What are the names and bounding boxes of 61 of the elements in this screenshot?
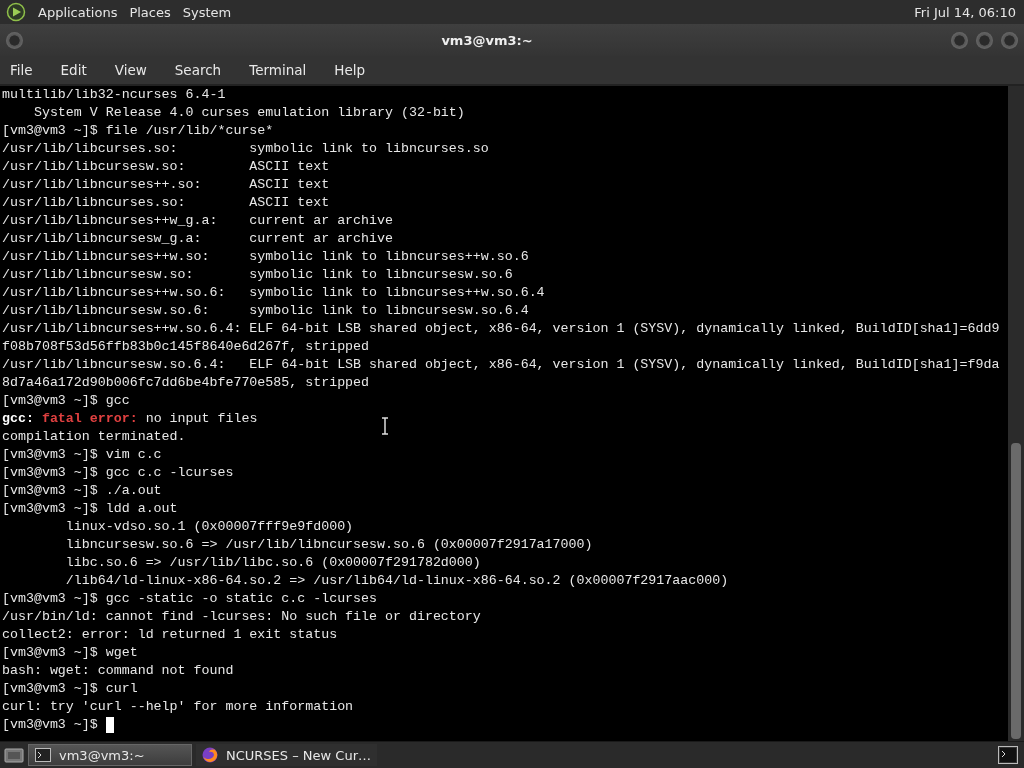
terminal-line: [vm3@vm3 ~]$ ./a.out [2,482,162,500]
terminal-line: /usr/lib/libncurses++w.so.6.4: ELF 64-bit LSB shared object, x86-64, version 1 (SYSV), dynamically linked, BuildID[sha1]=6dd9 [2,320,1000,338]
terminal-line: /usr/lib/libncurses++.so: ASCII text [2,176,330,194]
terminal-line: [vm3@vm3 ~]$ wget [2,644,138,662]
show-desktop-icon[interactable] [4,746,24,764]
window-menu-button[interactable] [6,31,23,49]
taskbar-button[interactable]: vm3@vm3:~ [28,744,192,766]
terminal-line: /usr/bin/ld: cannot find -lcurses: No such file or directory [2,608,481,626]
window-title: vm3@vm3:~ [440,32,534,48]
terminal-line: 8d7a46a172d90b006fc7dd6be4bfe770e585, stripped [2,374,370,392]
terminal-line: multilib/lib32-ncurses 6.4-1 [2,86,226,104]
terminal-line: /usr/lib/libncurses++w.so: symbolic link to libncurses++w.so.6 [2,248,529,266]
terminal-line: collect2: error: ld returned 1 exit status [2,626,338,644]
terminal-line: f08b708f53d56ffb83b0c145f8640e6d267f, stripped [2,338,370,356]
terminal-line: [vm3@vm3 ~]$ gcc -static -o static c.c -lcurses [2,590,378,608]
terminal-line: /usr/lib/libncursesw.so: symbolic link to libncursesw.so.6 [2,266,513,284]
play-logo-icon[interactable] [6,2,26,22]
terminal-line: /usr/lib/libncursesw_g.a: current ar archive [2,230,393,248]
terminal-line: [vm3@vm3 ~]$ ldd a.out [2,500,178,518]
close-button[interactable] [1001,31,1018,49]
terminal-line: [vm3@vm3 ~]$ curl [2,680,138,698]
terminal-line: /usr/lib/libncurses++w.so.6: symbolic link to libncurses++w.so.6.4 [2,284,545,302]
clock[interactable]: Fri Jul 14, 06:10 [914,4,1016,20]
terminal-line: gcc: fatal error: no input files [2,410,258,428]
terminal-line: /usr/lib/libncursesw.so.6: symbolic link to libncursesw.so.6.4 [2,302,529,320]
terminal-line: libncursesw.so.6 => /usr/lib/libncursesw.so.6 (0x00007f2917a17000) [64,536,593,554]
menu-item[interactable]: Help [326,62,374,78]
terminal-line: /usr/lib/libcursesw.so: ASCII text [2,158,330,176]
terminal-line: libc.so.6 => /usr/lib/libc.so.6 (0x00007f291782d000) [64,554,481,572]
minimize-button[interactable] [951,31,968,49]
menu-item[interactable]: Edit [52,62,95,78]
terminal-line: /usr/lib/libcurses.so: symbolic link to libncurses.so [2,140,489,158]
taskbar-button[interactable]: NCURSES – New Cur… [196,744,377,766]
terminal-line: curl: try 'curl --help' for more information [2,698,354,716]
terminal-line: [vm3@vm3 ~]$ gcc c.c -lcurses [2,464,234,482]
scrollbar[interactable] [1008,86,1024,741]
terminal-line: [vm3@vm3 ~]$ file /usr/lib/*curse* [2,122,274,140]
panel-menu[interactable]: Applications [38,4,118,20]
terminal-line: [vm3@vm3 ~]$ [2,716,99,734]
terminal-line: /usr/lib/libncurses++w_g.a: current ar archive [2,212,393,230]
menu-item[interactable]: Terminal [241,62,315,78]
terminal-line: [vm3@vm3 ~]$ vim c.c [2,446,162,464]
maximize-button[interactable] [976,31,993,49]
terminal-line: linux-vdso.so.1 (0x00007fff9e9fd000) [64,518,354,536]
panel-menu[interactable]: System [182,4,232,20]
panel-menu[interactable]: Places [129,4,171,20]
menu-item[interactable]: Search [166,62,230,78]
terminal-line: [vm3@vm3 ~]$ gcc [2,392,130,410]
menu-item[interactable]: View [106,62,155,78]
scrollbar-thumb[interactable] [1011,443,1021,739]
terminal-line: System V Release 4.0 curses emulation library (32-bit) [32,104,465,122]
terminal-icon [35,748,51,762]
menu-item[interactable]: File [2,62,41,78]
terminal-icon[interactable] [998,746,1018,764]
terminal-line: bash: wget: command not found [2,662,234,680]
text-pointer-icon [381,417,389,435]
browser-icon [202,747,218,763]
terminal-line: /usr/lib/libncursesw.so.6.4: ELF 64-bit LSB shared object, x86-64, version 1 (SYSV), dynamically linked, BuildID[sha1]=f9da [2,356,1000,374]
terminal-line: /lib64/ld-linux-x86-64.so.2 => /usr/lib64/ld-linux-x86-64.so.2 (0x00007f2917aac000) [64,572,729,590]
terminal-line: compilation terminated. [2,428,186,446]
terminal-line: /usr/lib/libncurses.so: ASCII text [2,194,330,212]
